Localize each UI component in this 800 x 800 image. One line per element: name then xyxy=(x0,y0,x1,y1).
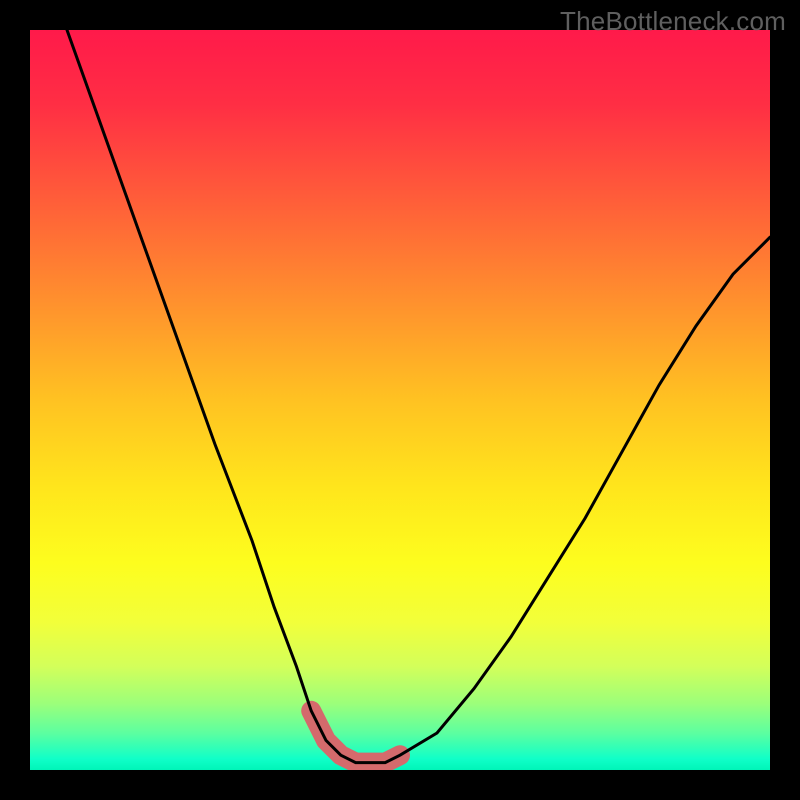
chart-background xyxy=(30,30,770,770)
plot-area xyxy=(30,30,770,770)
bottleneck-chart-svg xyxy=(30,30,770,770)
watermark-text: TheBottleneck.com xyxy=(560,6,786,37)
chart-frame: TheBottleneck.com xyxy=(0,0,800,800)
